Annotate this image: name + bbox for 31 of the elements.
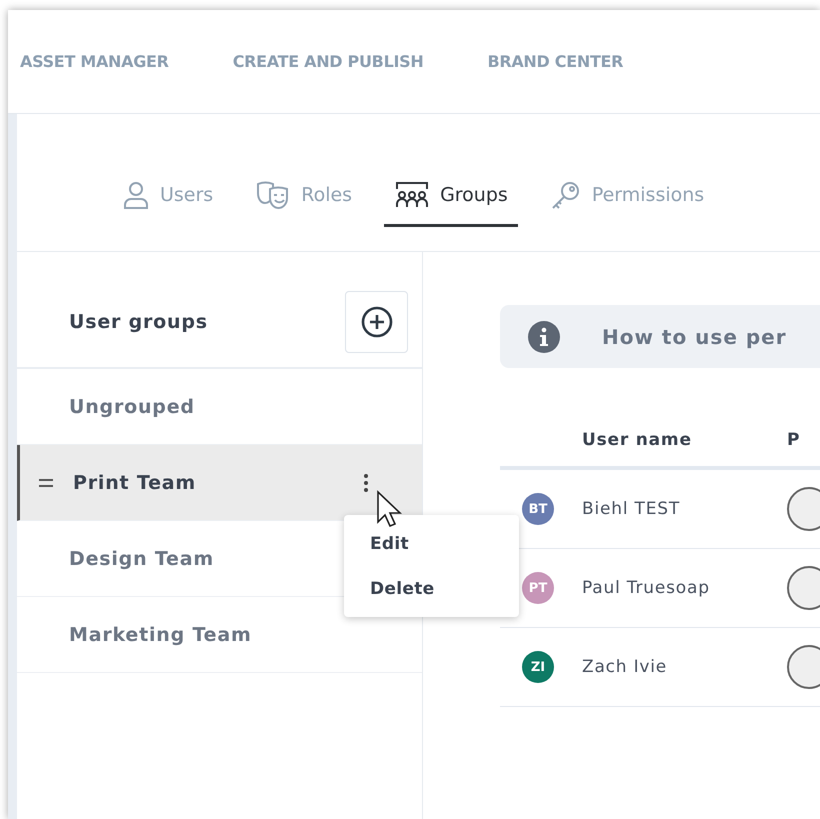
round-control[interactable] (787, 645, 820, 689)
group-item[interactable]: Print Team (17, 445, 422, 521)
user-avatar: PT (522, 572, 554, 604)
tab[interactable]: Groups (384, 152, 518, 227)
key-icon (550, 179, 582, 211)
info-banner[interactable]: How to use per (500, 305, 820, 368)
table-cell: Paul Truesoap (582, 548, 787, 628)
nav-link[interactable]: ASSET MANAGER (20, 52, 169, 71)
table-cell: Biehl TEST (582, 468, 787, 548)
tab[interactable]: Users (112, 152, 224, 227)
nav-link[interactable]: CREATE AND PUBLISH (232, 52, 424, 71)
more-options-icon[interactable] (363, 473, 369, 493)
add-group-button[interactable] (345, 290, 408, 352)
user-icon (122, 180, 150, 210)
panel-title: User groups (69, 310, 208, 332)
nav-link[interactable]: BRAND CENTER (487, 52, 624, 71)
banner-text: How to use per (602, 324, 787, 348)
tab[interactable]: Roles (245, 152, 362, 227)
group-name: Print Team (73, 472, 196, 494)
round-control[interactable] (787, 487, 820, 531)
group-icon (394, 180, 430, 210)
user-avatar: BT (522, 493, 554, 525)
table-cell: Zach Ivie (582, 628, 787, 706)
column-header: User name (582, 430, 787, 468)
add-icon (360, 306, 392, 338)
user-avatar: ZI (522, 651, 554, 683)
tab[interactable]: Permissions (540, 151, 714, 228)
round-control[interactable] (787, 566, 820, 610)
drag-handle-icon[interactable] (39, 478, 53, 486)
info-icon (528, 320, 560, 352)
column-header: P (787, 430, 820, 468)
